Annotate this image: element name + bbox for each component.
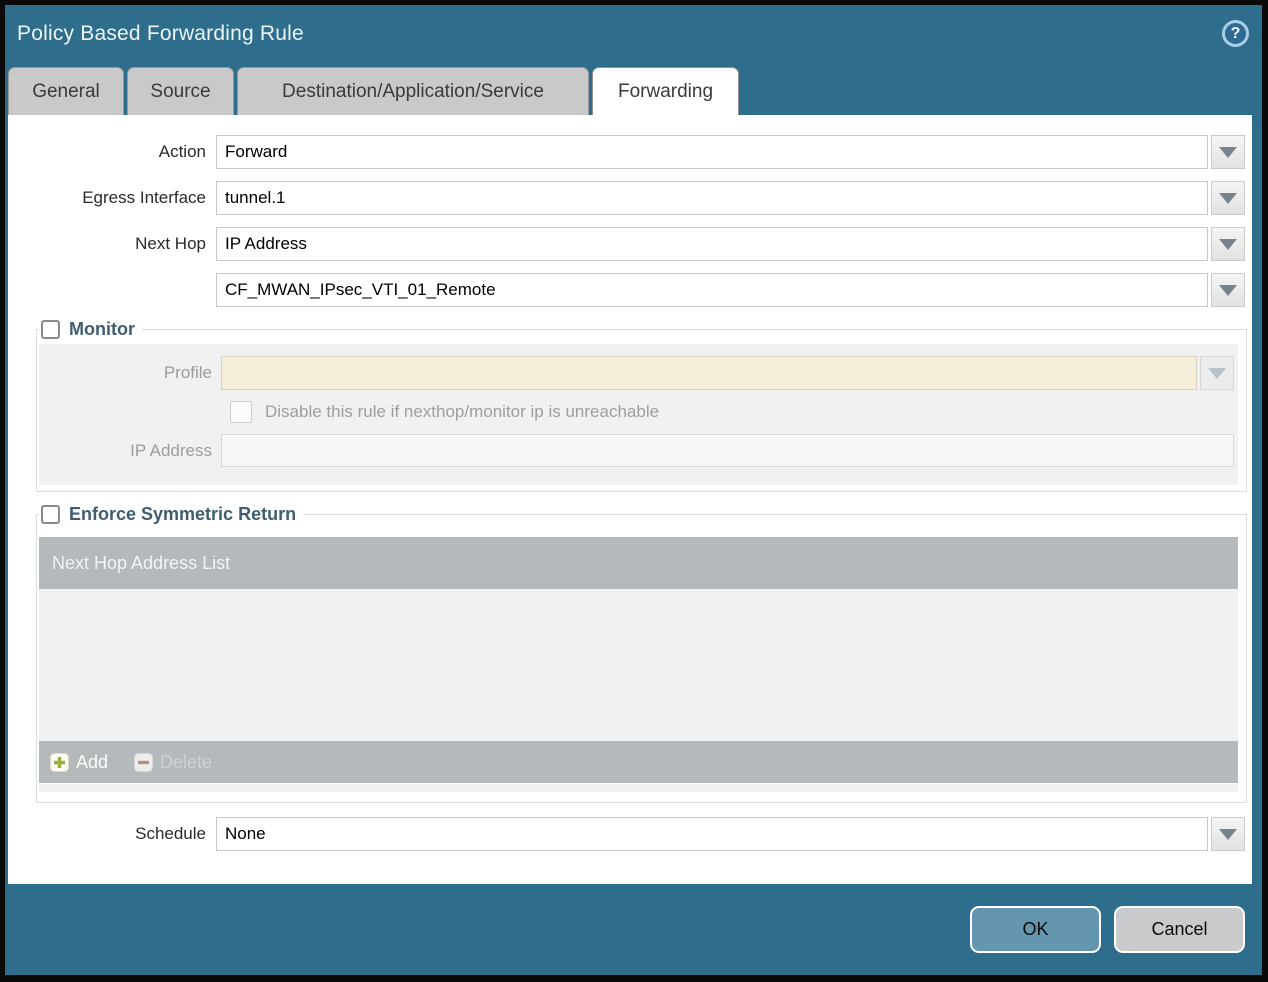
monitor-checkbox[interactable]: [41, 320, 60, 339]
dialog-footer: OK Cancel: [5, 884, 1262, 975]
next-hop-address-list-body[interactable]: [39, 589, 1238, 741]
next-hop-label: Next Hop: [135, 234, 206, 253]
egress-interface-dropdown-button[interactable]: [1211, 181, 1245, 215]
enforce-symmetric-return-group: Enforce Symmetric Return Next Hop Addres…: [36, 504, 1247, 803]
enforce-symmetric-return-legend-label: Enforce Symmetric Return: [69, 504, 297, 524]
table-scroll-strip: [39, 784, 1238, 792]
egress-interface-row: Egress Interface: [8, 181, 1245, 215]
enforce-symmetric-return-checkbox[interactable]: [41, 505, 60, 524]
next-hop-address-list-toolbar: Add Delete: [39, 741, 1238, 783]
chevron-down-icon: [1219, 828, 1237, 840]
schedule-label: Schedule: [135, 824, 206, 843]
next-hop-address-list-header: Next Hop Address List: [39, 537, 1238, 589]
next-hop-address-list-table: Next Hop Address List Add Delete: [39, 537, 1238, 792]
profile-dropdown-button: [1200, 356, 1234, 390]
chevron-down-icon: [1208, 367, 1226, 379]
ok-button[interactable]: OK: [970, 906, 1101, 953]
monitor-ip-address-input: [221, 434, 1234, 467]
next-hop-type-input[interactable]: [216, 227, 1208, 261]
profile-label: Profile: [163, 363, 212, 382]
tab-general[interactable]: General: [8, 67, 124, 115]
enforce-symmetric-return-legend: Enforce Symmetric Return: [39, 504, 303, 525]
disable-rule-label: Disable this rule if nexthop/monitor ip …: [265, 402, 660, 421]
schedule-row: Schedule: [8, 817, 1245, 851]
next-hop-type-row: Next Hop: [8, 227, 1245, 261]
page-title: Policy Based Forwarding Rule: [17, 21, 304, 45]
next-hop-address-input[interactable]: [216, 273, 1208, 307]
cancel-button[interactable]: Cancel: [1114, 906, 1245, 953]
chevron-down-icon: [1219, 284, 1237, 296]
disable-rule-checkbox: [230, 401, 252, 423]
tab-destination-application-service[interactable]: Destination/Application/Service: [237, 67, 589, 115]
monitor-group: Monitor Profile Disable this rule if nex…: [36, 319, 1247, 492]
monitor-legend-label: Monitor: [69, 319, 135, 339]
action-label: Action: [158, 142, 206, 161]
monitor-ip-address-row: IP Address: [39, 434, 1234, 467]
profile-row: Profile: [39, 356, 1234, 390]
egress-interface-label: Egress Interface: [82, 188, 206, 207]
chevron-down-icon: [1219, 192, 1237, 204]
monitor-ip-address-label: IP Address: [130, 440, 212, 460]
action-dropdown-button[interactable]: [1211, 135, 1245, 169]
plus-icon: [50, 752, 69, 772]
profile-input: [221, 356, 1197, 390]
chevron-down-icon: [1219, 238, 1237, 250]
tab-forwarding[interactable]: Forwarding: [592, 67, 739, 115]
action-input[interactable]: [216, 135, 1208, 169]
policy-based-forwarding-dialog: Policy Based Forwarding Rule ? General S…: [5, 5, 1262, 975]
schedule-dropdown-button[interactable]: [1211, 817, 1245, 851]
schedule-input[interactable]: [216, 817, 1208, 851]
forwarding-tab-panel: Action Egress Interface Next Hop: [8, 115, 1252, 884]
add-button[interactable]: Add: [50, 752, 108, 773]
add-button-label: Add: [76, 751, 109, 772]
minus-icon: [134, 752, 154, 772]
monitor-legend: Monitor: [39, 319, 142, 340]
disable-rule-row: Disable this rule if nexthop/monitor ip …: [230, 401, 1238, 423]
next-hop-type-dropdown-button[interactable]: [1211, 227, 1245, 261]
next-hop-address-row: [8, 273, 1245, 307]
title-bar: Policy Based Forwarding Rule ?: [5, 5, 1262, 62]
chevron-down-icon: [1219, 146, 1237, 158]
delete-button: Delete: [134, 752, 212, 773]
delete-button-label: Delete: [160, 751, 213, 772]
action-row: Action: [8, 135, 1245, 169]
help-icon[interactable]: ?: [1222, 20, 1249, 47]
egress-interface-input[interactable]: [216, 181, 1208, 215]
dialog-window: Policy Based Forwarding Rule ? General S…: [0, 0, 1268, 982]
next-hop-address-dropdown-button[interactable]: [1211, 273, 1245, 307]
tab-source[interactable]: Source: [127, 67, 234, 115]
monitor-panel: Profile Disable this rule if nexthop/mon…: [39, 344, 1238, 485]
tab-bar: General Source Destination/Application/S…: [5, 62, 1262, 115]
